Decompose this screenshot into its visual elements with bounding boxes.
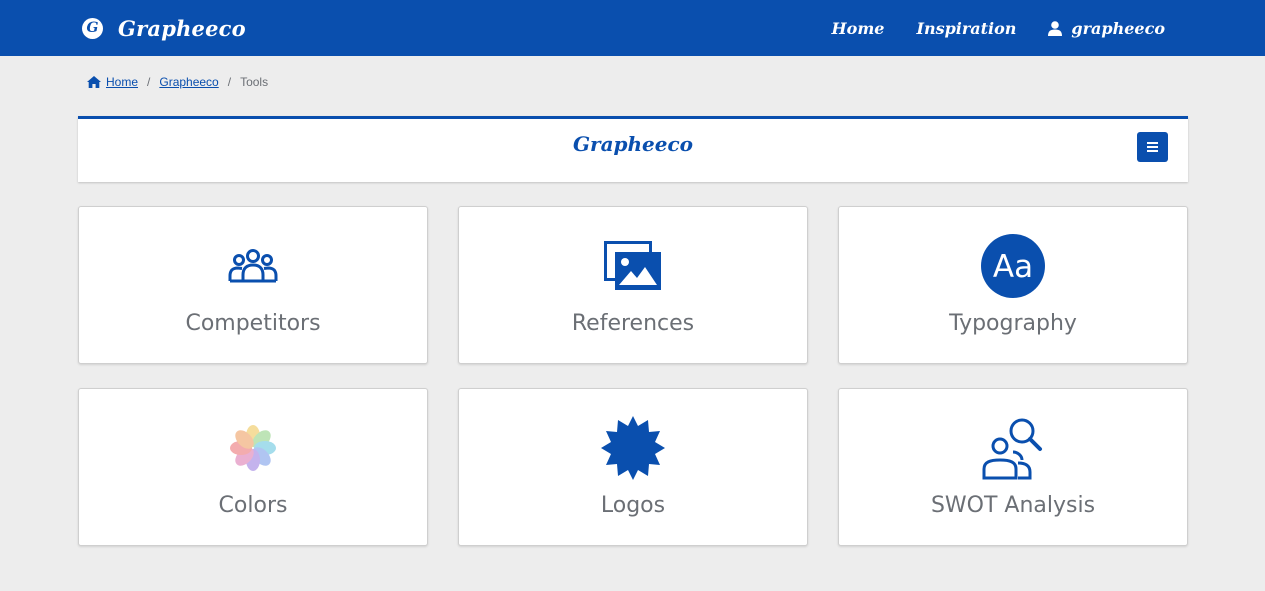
nav-link-user[interactable]: grapheeco <box>1048 19 1165 38</box>
tool-tile-references[interactable]: References <box>458 206 808 364</box>
tool-tile-colors[interactable]: Colors <box>78 388 428 546</box>
typography-icon-text: Aa <box>993 249 1033 285</box>
breadcrumb-home[interactable]: Home <box>87 75 138 89</box>
nav-link-home[interactable]: Home <box>832 19 885 38</box>
nav-links: Home Inspiration grapheeco <box>800 0 1165 56</box>
tool-label: References <box>571 311 695 336</box>
tool-label: Competitors <box>185 311 321 336</box>
badge-icon <box>459 415 807 481</box>
brand-logo-icon: G <box>82 17 103 39</box>
project-title: Grapheeco <box>572 132 694 156</box>
nav-link-home-label: Home <box>831 18 885 38</box>
user-icon <box>1048 20 1063 36</box>
menu-button[interactable] <box>1137 132 1168 162</box>
brand-name: Grapheeco <box>118 15 246 41</box>
breadcrumb-current: Tools <box>240 75 269 89</box>
tool-label: SWOT Analysis <box>930 493 1096 518</box>
hamburger-icon <box>1147 142 1158 152</box>
users-group-icon <box>79 233 427 299</box>
breadcrumb: Home / Grapheeco / Tools <box>87 73 268 91</box>
project-header: Grapheeco <box>78 116 1188 182</box>
tool-tile-competitors[interactable]: Competitors <box>78 206 428 364</box>
nav-link-inspiration[interactable]: Inspiration <box>916 19 1016 38</box>
breadcrumb-home-label: Home <box>106 75 139 89</box>
tool-label: Typography <box>949 311 1077 336</box>
nav-link-inspiration-label: Inspiration <box>916 18 1017 38</box>
breadcrumb-project[interactable]: Grapheeco <box>159 75 218 89</box>
tool-tile-typography[interactable]: Aa Typography <box>838 206 1188 364</box>
breadcrumb-separator: / <box>147 75 151 89</box>
images-icon <box>459 233 807 299</box>
nav-link-user-label: grapheeco <box>1071 18 1165 38</box>
typography-icon: Aa <box>839 233 1187 299</box>
home-icon <box>87 76 101 88</box>
color-palette-icon <box>79 415 427 481</box>
user-search-icon <box>839 415 1187 481</box>
breadcrumb-separator: / <box>227 75 232 89</box>
brand-link[interactable]: G Grapheeco <box>82 12 246 44</box>
top-navbar: G Grapheeco Home Inspiration grapheeco <box>0 0 1265 56</box>
tool-label: Colors <box>218 493 288 518</box>
tool-label: Logos <box>600 493 666 518</box>
tool-tile-logos[interactable]: Logos <box>458 388 808 546</box>
tool-tile-swot-analysis[interactable]: SWOT Analysis <box>838 388 1188 546</box>
